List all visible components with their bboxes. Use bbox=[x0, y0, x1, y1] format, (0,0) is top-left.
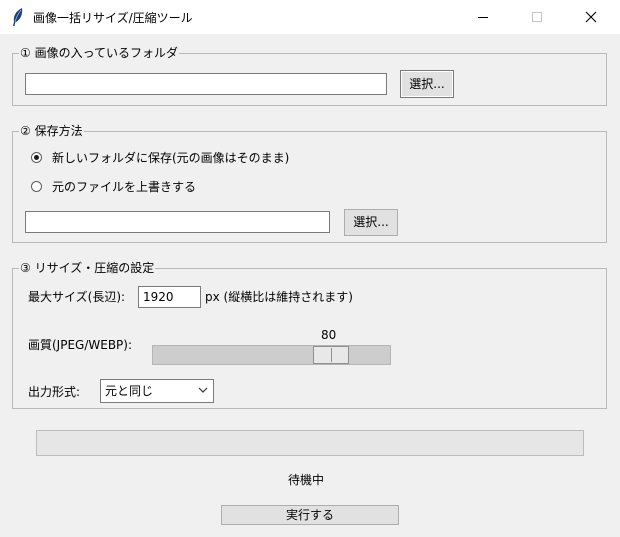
output-folder-select-button[interactable]: 選択... bbox=[344, 209, 398, 236]
chevron-down-icon bbox=[198, 387, 208, 393]
quality-slider-thumb[interactable] bbox=[313, 346, 349, 364]
radio-new-folder-indicator[interactable] bbox=[31, 152, 42, 163]
settings-legend: ③ リサイズ・圧縮の設定 bbox=[19, 260, 156, 276]
radio-overwrite-label: 元のファイルを上書きする bbox=[52, 180, 197, 194]
source-folder-select-button[interactable]: 選択... bbox=[400, 70, 454, 98]
quality-slider[interactable] bbox=[152, 345, 391, 365]
close-icon bbox=[585, 11, 597, 23]
source-folder-legend: ① 画像の入っているフォルダ bbox=[19, 45, 179, 61]
radio-overwrite-indicator[interactable] bbox=[31, 181, 42, 192]
radio-new-folder[interactable]: 新しいフォルダに保存(元の画像はそのまま) bbox=[31, 150, 331, 166]
source-folder-input[interactable] bbox=[25, 73, 387, 95]
quality-label: 画質(JPEG/WEBP): bbox=[28, 338, 133, 352]
radio-overwrite[interactable]: 元のファイルを上書きする bbox=[31, 179, 331, 195]
source-folder-group: ① 画像の入っているフォルダ 選択... bbox=[12, 45, 607, 106]
progress-bar bbox=[36, 430, 584, 456]
output-format-value: 元と同じ bbox=[105, 384, 154, 398]
max-size-input[interactable] bbox=[138, 286, 201, 308]
minimize-icon bbox=[478, 17, 488, 18]
window-title: 画像一括リサイズ/圧縮ツール bbox=[33, 11, 193, 25]
save-method-group: ② 保存方法 新しいフォルダに保存(元の画像はそのまま) 元のファイルを上書きす… bbox=[12, 123, 607, 243]
output-format-label: 出力形式: bbox=[28, 385, 81, 399]
quality-value-readout: 80 bbox=[321, 328, 337, 342]
settings-group: ③ リサイズ・圧縮の設定 最大サイズ(長辺): px (縦横比は維持されます) … bbox=[12, 260, 607, 409]
close-button[interactable] bbox=[568, 0, 614, 34]
run-button[interactable]: 実行する bbox=[221, 505, 399, 525]
title-bar: 画像一括リサイズ/圧縮ツール bbox=[0, 0, 620, 34]
maximize-button[interactable] bbox=[514, 0, 560, 34]
maximize-icon bbox=[532, 12, 542, 22]
radio-new-folder-label: 新しいフォルダに保存(元の画像はそのまま) bbox=[52, 151, 290, 165]
save-method-legend: ② 保存方法 bbox=[19, 123, 84, 139]
minimize-button[interactable] bbox=[460, 0, 506, 34]
status-text: 待機中 bbox=[288, 473, 325, 487]
output-format-select[interactable]: 元と同じ bbox=[100, 379, 214, 403]
max-size-suffix: px (縦横比は維持されます) bbox=[205, 290, 353, 304]
feather-icon bbox=[10, 7, 26, 27]
output-folder-input[interactable] bbox=[25, 211, 330, 233]
max-size-label: 最大サイズ(長辺): bbox=[28, 290, 126, 304]
